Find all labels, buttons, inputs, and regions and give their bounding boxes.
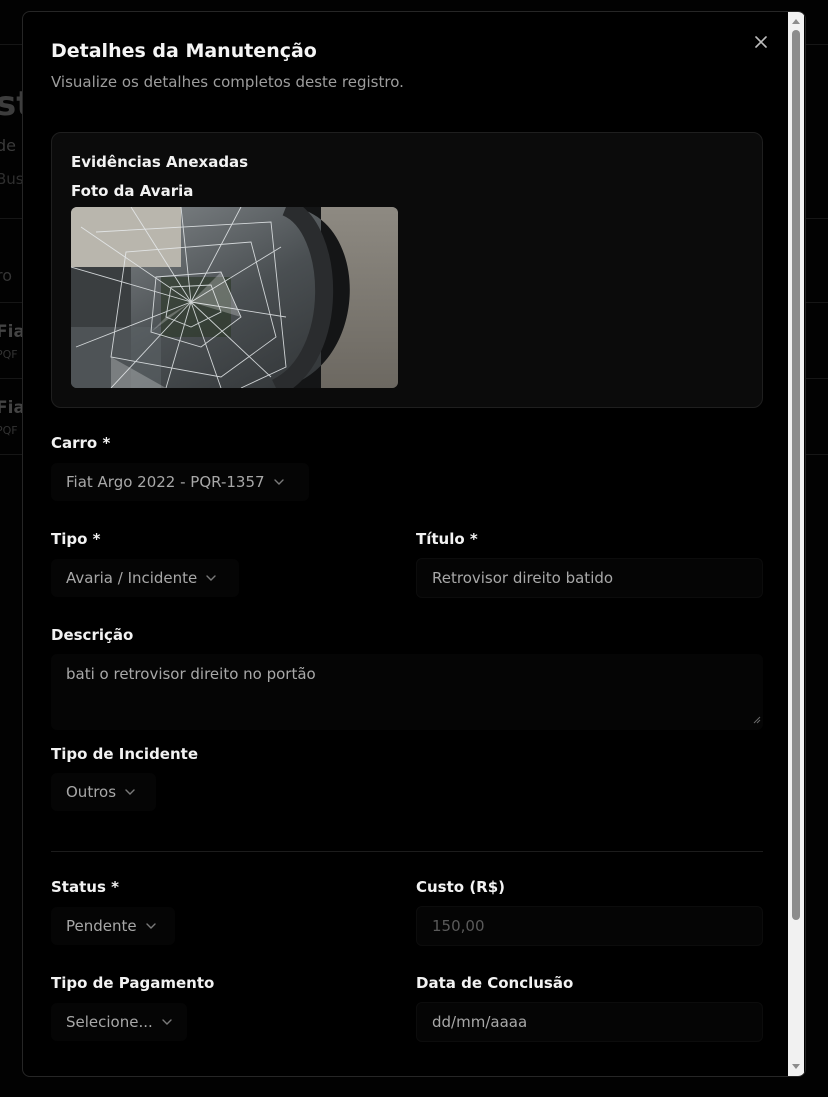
incident-type-select[interactable]: Outros [51,773,156,811]
close-icon [755,36,767,48]
dialog-title: Detalhes da Manutenção [51,40,317,62]
type-select-value: Avaria / Incidente [66,569,198,587]
chevron-down-icon [124,788,136,796]
description-label: Descrição [51,626,134,644]
car-select[interactable]: Fiat Argo 2022 - PQR-1357 [51,463,309,501]
payment-type-label: Tipo de Pagamento [51,974,215,992]
scroll-up-arrow-icon[interactable] [788,14,804,28]
chevron-down-icon [145,922,157,930]
close-button[interactable] [749,30,773,54]
payment-type-select[interactable]: Selecione... [51,1003,187,1041]
scroll-down-arrow-icon[interactable] [788,1060,804,1074]
damage-photo[interactable] [71,207,398,388]
bg-row-plate: PQF [0,424,18,437]
description-value: bati o retrovisor direito no portão [66,665,316,683]
bg-column-header: ro [0,266,13,285]
dialog-subtitle: Visualize os detalhes completos deste re… [51,73,404,91]
resize-handle-icon[interactable] [753,710,761,728]
car-select-value: Fiat Argo 2022 - PQR-1357 [66,473,265,491]
title-label: Título * [416,530,478,548]
cost-input[interactable]: 150,00 [416,906,763,946]
photo-label: Foto da Avaria [71,182,194,200]
description-textarea[interactable]: bati o retrovisor direito no portão [51,654,763,730]
status-value: Pendente [66,917,137,935]
incident-type-value: Outros [66,783,117,801]
completion-date-label: Data de Conclusão [416,974,574,992]
completion-date-input[interactable]: dd/mm/aaaa [416,1002,763,1042]
status-select[interactable]: Pendente [51,907,175,945]
maintenance-details-dialog: Detalhes da Manutenção Visualize os deta… [22,11,806,1077]
section-divider [51,851,763,852]
broken-mirror-image [71,207,398,388]
type-label: Tipo * [51,530,101,548]
type-select[interactable]: Avaria / Incidente [51,559,239,597]
car-label: Carro * [51,434,111,452]
chevron-down-icon [273,478,285,486]
scrollbar-thumb[interactable] [792,30,800,920]
modal-scrollbar[interactable] [788,12,804,1076]
incident-type-label: Tipo de Incidente [51,745,198,763]
bg-row-plate: PQF [0,348,18,361]
evidence-card: Evidências Anexadas Foto da Avaria [51,132,763,408]
title-input[interactable]: Retrovisor direito batido [416,558,763,598]
cost-label: Custo (R$) [416,878,506,896]
chevron-down-icon [205,574,217,582]
evidence-title: Evidências Anexadas [71,153,249,171]
chevron-down-icon [161,1018,173,1026]
payment-type-value: Selecione... [66,1013,153,1031]
status-label: Status * [51,878,119,896]
